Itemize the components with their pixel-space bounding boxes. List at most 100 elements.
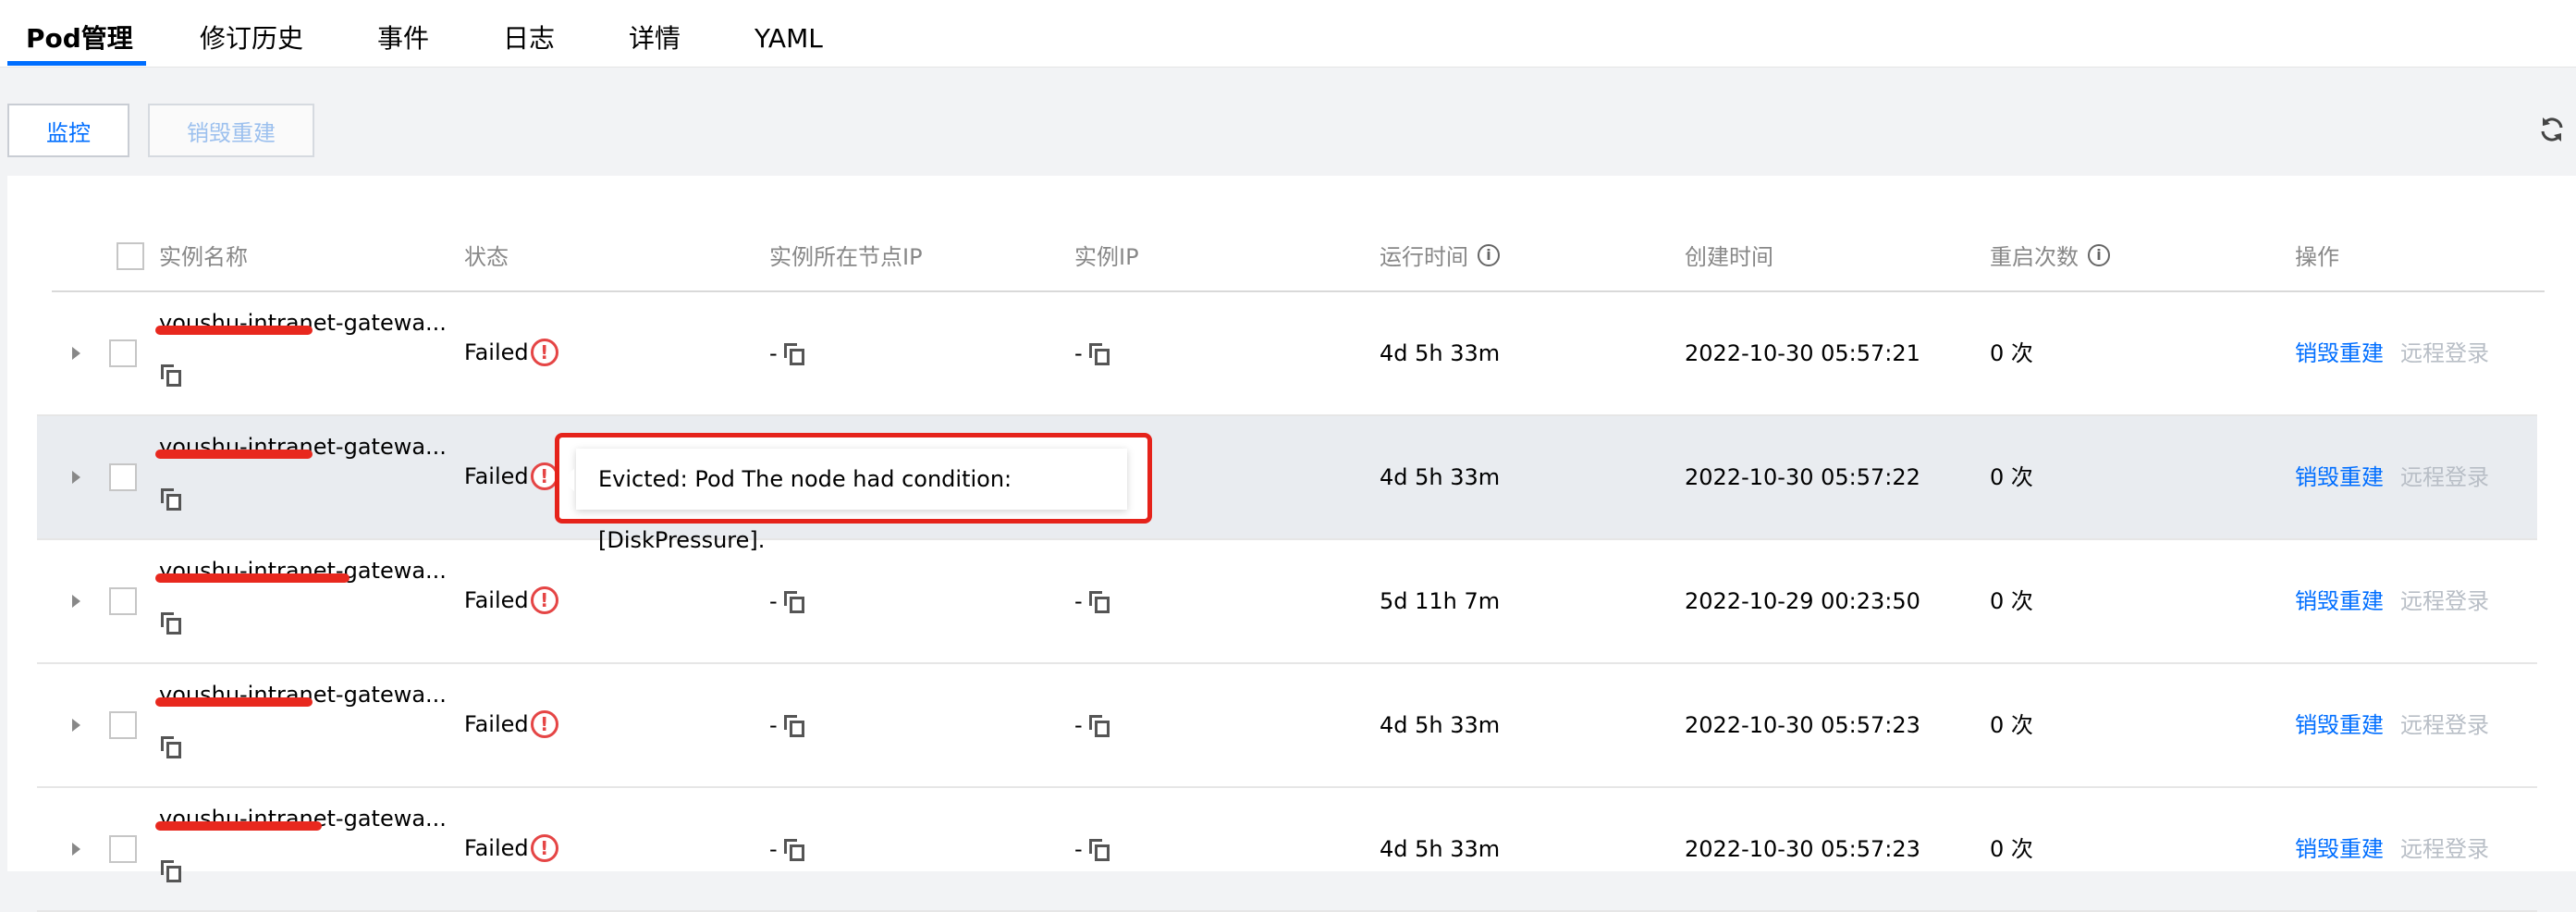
destroy-rebuild-link[interactable]: 销毁重建	[2295, 462, 2384, 493]
row-checkbox[interactable]	[109, 339, 137, 367]
uptime: 4d 5h 33m	[1380, 340, 1501, 366]
pod-ip: -	[1074, 340, 1083, 366]
table-row[interactable]: youshu-intranet-gatewa... Failed ! - - 5…	[37, 540, 2537, 664]
node-ip: -	[769, 712, 778, 738]
status-tooltip: Evicted: Pod The node had condition: [Di…	[561, 449, 1127, 553]
expand-row-icon[interactable]	[72, 843, 80, 856]
uptime: 4d 5h 33m	[1380, 464, 1501, 490]
copy-icon[interactable]	[784, 839, 805, 861]
restart-count: 0 次	[1990, 340, 2033, 366]
pod-ip-cell: -	[1074, 338, 1110, 369]
row-checkbox[interactable]	[109, 463, 137, 491]
created-time: 2022-10-30 05:57:23	[1685, 836, 1920, 862]
row-checkbox[interactable]	[109, 835, 137, 863]
remote-login-link[interactable]: 远程登录	[2400, 709, 2489, 741]
tooltip-arrow	[561, 469, 574, 491]
copy-icon[interactable]	[784, 591, 805, 613]
remote-login-link[interactable]: 远程登录	[2400, 338, 2489, 369]
tab-yaml[interactable]: YAML	[754, 20, 823, 57]
status-text: Failed	[464, 463, 529, 489]
restart-count: 0 次	[1990, 836, 2033, 862]
error-icon[interactable]: !	[530, 339, 558, 366]
remote-login-link[interactable]: 远程登录	[2400, 833, 2489, 865]
info-icon[interactable]: i	[1478, 244, 1500, 266]
status-cell: Failed !	[464, 832, 558, 864]
table-header: 实例名称 状态 实例所在节点IP 实例IP 运行时间 i 创建时间 重启次数 i 操…	[52, 233, 2545, 292]
remote-login-link[interactable]: 远程登录	[2400, 462, 2489, 493]
copy-icon[interactable]	[1089, 591, 1110, 613]
node-ip: -	[769, 588, 778, 614]
tab-logs[interactable]: 日志	[503, 20, 555, 57]
redaction-mark	[155, 326, 313, 335]
select-all-checkbox[interactable]	[117, 242, 144, 270]
header-pod-ip: 实例IP	[1074, 244, 1139, 270]
redaction-mark	[155, 450, 313, 459]
redaction-mark	[155, 821, 322, 831]
table-row[interactable]: youshu-intranet-gatewa... Failed ! - - 4…	[37, 416, 2537, 540]
created-time: 2022-10-30 05:57:21	[1685, 340, 1920, 366]
expand-row-icon[interactable]	[72, 719, 80, 732]
node-ip-cell: -	[769, 585, 805, 617]
expand-row-icon[interactable]	[72, 471, 80, 484]
copy-icon[interactable]	[1089, 715, 1110, 737]
restart-count: 0 次	[1990, 712, 2033, 738]
row-checkbox[interactable]	[109, 711, 137, 739]
header-actions: 操作	[2295, 244, 2339, 270]
remote-login-link[interactable]: 远程登录	[2400, 585, 2489, 617]
tab-revision-history[interactable]: 修订历史	[200, 20, 303, 57]
pod-ip-cell: -	[1074, 833, 1110, 865]
tab-details[interactable]: 详情	[629, 20, 681, 57]
uptime: 5d 11h 7m	[1380, 588, 1501, 614]
row-checkbox[interactable]	[109, 587, 137, 615]
header-status: 状态	[464, 244, 509, 270]
error-icon[interactable]: !	[530, 834, 558, 862]
node-ip: -	[769, 340, 778, 366]
destroy-rebuild-link[interactable]: 销毁重建	[2295, 585, 2384, 617]
uptime: 4d 5h 33m	[1380, 712, 1501, 738]
table-row[interactable]: youshu-intranet-gatewa... Failed ! - - 4…	[37, 664, 2537, 788]
header-restarts-cell: 重启次数 i	[1990, 233, 2110, 281]
copy-icon[interactable]	[1089, 343, 1110, 365]
table-row[interactable]: youshu-intranet-gatewa... Failed ! - - 4…	[37, 788, 2537, 912]
pod-ip: -	[1074, 712, 1083, 738]
tab-pod-management[interactable]: Pod管理	[26, 20, 133, 57]
destroy-rebuild-button[interactable]: 销毁重建	[148, 104, 314, 157]
status-cell: Failed !	[464, 709, 558, 740]
restart-count: 0 次	[1990, 464, 2033, 490]
tab-bar: Pod管理 修订历史 事件 日志 详情 YAML	[0, 0, 2576, 68]
redaction-mark	[155, 697, 313, 707]
copy-icon[interactable]	[161, 736, 181, 758]
refresh-icon[interactable]	[2537, 115, 2567, 144]
copy-icon[interactable]	[161, 612, 181, 635]
info-icon[interactable]: i	[2088, 244, 2110, 266]
annotation-highlight-box: Evicted: Pod The node had condition: [Di…	[555, 433, 1152, 553]
copy-icon[interactable]	[161, 364, 181, 387]
redaction-mark	[155, 573, 350, 583]
header-restarts: 重启次数	[1990, 244, 2079, 270]
copy-icon[interactable]	[1089, 839, 1110, 861]
error-icon[interactable]: !	[530, 710, 558, 738]
destroy-rebuild-link[interactable]: 销毁重建	[2295, 709, 2384, 741]
active-tab-indicator	[7, 61, 146, 66]
node-ip: -	[769, 836, 778, 862]
copy-icon[interactable]	[161, 860, 181, 882]
created-time: 2022-10-29 00:23:50	[1685, 588, 1920, 614]
destroy-rebuild-link[interactable]: 销毁重建	[2295, 833, 2384, 865]
pod-ip: -	[1074, 588, 1083, 614]
pod-ip-cell: -	[1074, 709, 1110, 741]
copy-icon[interactable]	[784, 715, 805, 737]
node-ip-cell: -	[769, 338, 805, 369]
status-text: Failed	[464, 587, 529, 613]
copy-icon[interactable]	[161, 488, 181, 511]
expand-row-icon[interactable]	[72, 595, 80, 608]
destroy-rebuild-link[interactable]: 销毁重建	[2295, 338, 2384, 369]
tab-events[interactable]: 事件	[377, 20, 429, 57]
table-row[interactable]: youshu-intranet-gatewa... Failed ! - - 4…	[37, 292, 2537, 416]
copy-icon[interactable]	[784, 343, 805, 365]
error-icon[interactable]: !	[530, 586, 558, 614]
header-node-ip: 实例所在节点IP	[769, 244, 923, 270]
expand-row-icon[interactable]	[72, 347, 80, 360]
node-ip-cell: -	[769, 709, 805, 741]
status-text: Failed	[464, 711, 529, 737]
monitor-button[interactable]: 监控	[7, 104, 129, 157]
